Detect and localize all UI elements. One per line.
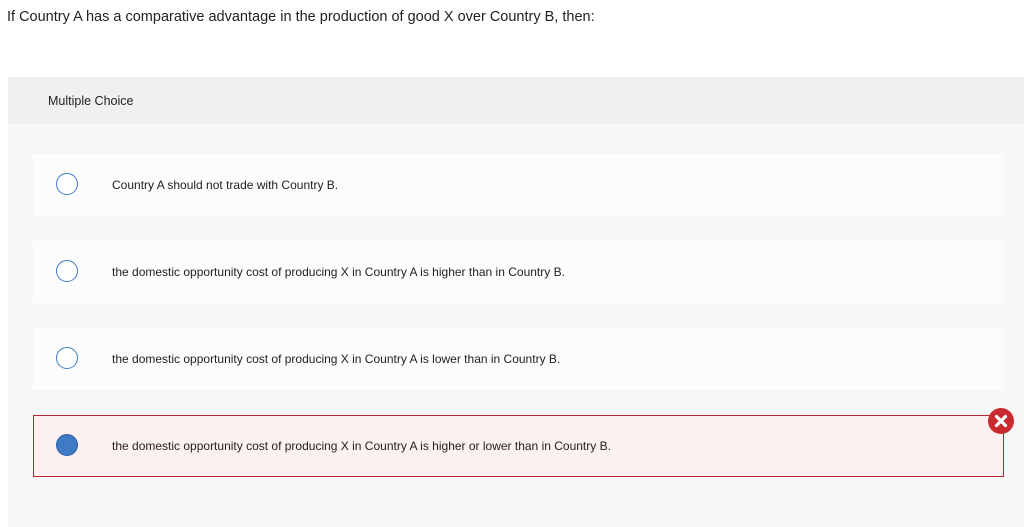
incorrect-x-icon — [988, 408, 1014, 434]
radio-button-selected[interactable] — [56, 434, 78, 456]
radio-button-unselected[interactable] — [56, 260, 78, 282]
answer-option-1[interactable]: Country A should not trade with Country … — [33, 154, 1004, 216]
multiple-choice-panel: Multiple Choice Country A should not tra… — [8, 77, 1024, 527]
answer-option-label: the domestic opportunity cost of produci… — [112, 265, 565, 279]
answer-option-3[interactable]: the domestic opportunity cost of produci… — [33, 328, 1004, 390]
question-text: If Country A has a comparative advantage… — [7, 9, 595, 25]
panel-header: Multiple Choice — [8, 77, 1024, 124]
answer-option-label: the domestic opportunity cost of produci… — [112, 439, 611, 453]
radio-button-unselected[interactable] — [56, 173, 78, 195]
answer-option-label: Country A should not trade with Country … — [112, 178, 339, 192]
answer-option-4-incorrect[interactable]: the domestic opportunity cost of produci… — [33, 415, 1004, 477]
question-type-label: Multiple Choice — [48, 94, 134, 108]
radio-button-unselected[interactable] — [56, 347, 78, 369]
answer-option-label: the domestic opportunity cost of produci… — [112, 352, 561, 366]
answer-option-2[interactable]: the domestic opportunity cost of produci… — [33, 241, 1004, 303]
